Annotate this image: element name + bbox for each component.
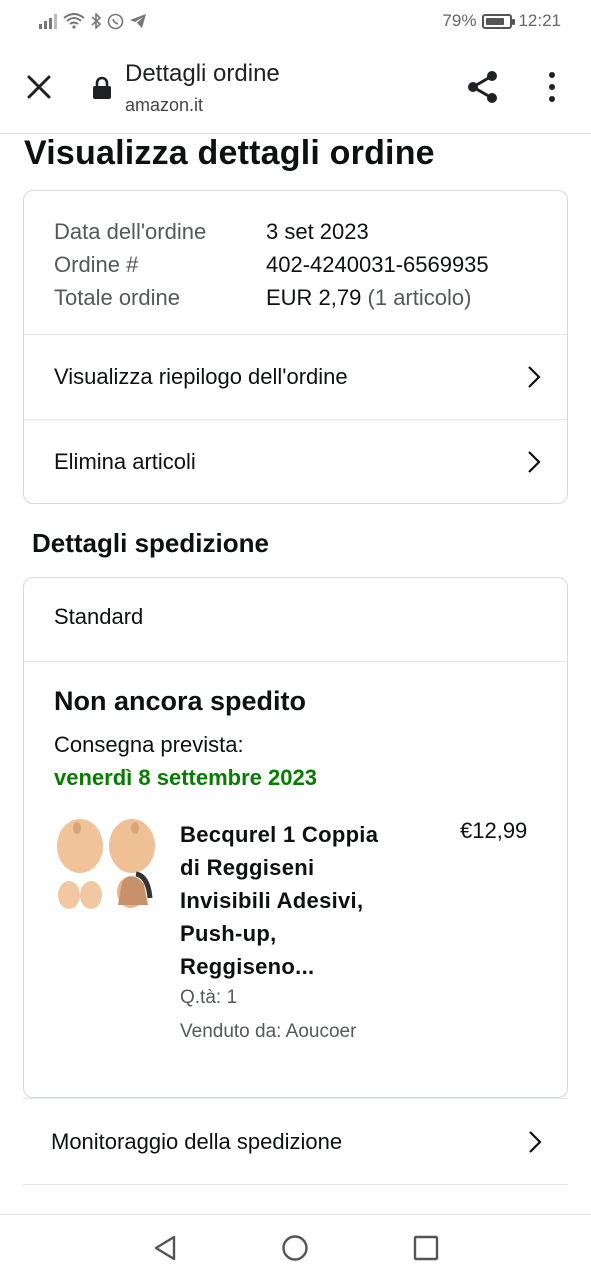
more-vert-icon — [549, 72, 555, 78]
view-order-summary-label: Visualizza riepilogo dell'ordine — [54, 364, 348, 389]
back-triangle-icon — [154, 1235, 176, 1260]
system-nav-bar — [0, 1214, 591, 1280]
order-number-value: 402-4240031-6569935 — [266, 252, 489, 277]
close-icon — [27, 75, 51, 99]
battery-icon — [482, 13, 516, 29]
delivery-eta-label: Consegna prevista: — [54, 732, 244, 757]
page-title: Visualizza dettagli ordine — [24, 134, 435, 172]
order-date-label: Data dell'ordine — [54, 219, 207, 244]
delete-items-label: Elimina articoli — [54, 448, 196, 474]
recents-square-icon — [413, 1235, 439, 1260]
chevron-right-icon — [528, 366, 541, 388]
telegram-icon — [130, 14, 146, 28]
delivery-eta-date: venerdì 8 settembre 2023 — [54, 765, 317, 790]
more-options-button[interactable] — [540, 68, 564, 106]
clock: 12:21 — [518, 11, 561, 30]
order-info: Data dell'ordine 3 set 2023 Ordine # 402… — [24, 191, 567, 335]
recents-button[interactable] — [411, 1233, 441, 1263]
order-number-row: Ordine # 402-4240031-6569935 — [54, 248, 567, 281]
share-button[interactable] — [464, 68, 502, 106]
order-total-label: Totale ordine — [54, 285, 180, 310]
bluetooth-icon — [91, 13, 102, 29]
order-total-items: (1 articolo) — [367, 285, 472, 310]
delete-items-link[interactable]: Elimina articoli — [24, 419, 567, 503]
browser-host: amazon.it — [125, 95, 204, 115]
signal-icon — [39, 14, 57, 29]
shipping-method: Standard — [24, 578, 567, 662]
order-total-value: EUR 2,79 — [266, 285, 362, 310]
order-date-value: 3 set 2023 — [266, 219, 369, 244]
status-bar: 79% 12:21 — [0, 0, 591, 42]
track-shipment-link[interactable]: Monitoraggio della spedizione — [23, 1098, 568, 1184]
order-number-label: Ordine # — [54, 252, 139, 277]
home-button[interactable] — [280, 1233, 310, 1263]
chevron-right-icon — [528, 450, 541, 473]
shipping-section-title: Dettagli spedizione — [32, 528, 269, 558]
track-shipment-label: Monitoraggio della spedizione — [51, 1128, 343, 1154]
battery-percent: 79% — [442, 11, 477, 30]
order-total-row: Totale ordine EUR 2,79 (1 articolo) — [54, 281, 567, 314]
order-date-row: Data dell'ordine 3 set 2023 — [54, 215, 567, 248]
shipment-actions: Monitoraggio della spedizione — [23, 1098, 568, 1224]
order-summary-card: Data dell'ordine 3 set 2023 Ordine # 402… — [23, 190, 568, 504]
status-icons — [38, 13, 147, 30]
shipment-status: Non ancora spedito — [54, 686, 307, 716]
browser-title: Dettagli ordine — [125, 60, 280, 87]
product-image[interactable] — [52, 810, 156, 922]
browser-header: Dettagli ordine amazon.it — [0, 42, 591, 134]
product-quantity: Q.tà: 1 — [180, 987, 238, 1008]
lock-icon — [93, 76, 111, 99]
chevron-right-icon — [529, 1130, 542, 1153]
status-right: 79% 12:21 — [442, 11, 561, 31]
back-button[interactable] — [150, 1233, 180, 1263]
whatsapp-icon — [107, 13, 124, 29]
wifi-icon — [63, 13, 85, 29]
product-title[interactable]: Becqurel 1 Coppia di Reggiseni Invisibil… — [180, 818, 410, 983]
shipment-card: Standard Non ancora spedito Consegna pre… — [23, 577, 568, 1098]
product-seller: Venduto da: Aoucoer — [180, 1021, 357, 1042]
share-icon — [468, 71, 497, 103]
view-order-summary-link[interactable]: Visualizza riepilogo dell'ordine — [24, 335, 567, 419]
close-button[interactable] — [24, 72, 54, 102]
product-price: €12,99 — [460, 818, 528, 843]
home-circle-icon — [282, 1234, 309, 1261]
